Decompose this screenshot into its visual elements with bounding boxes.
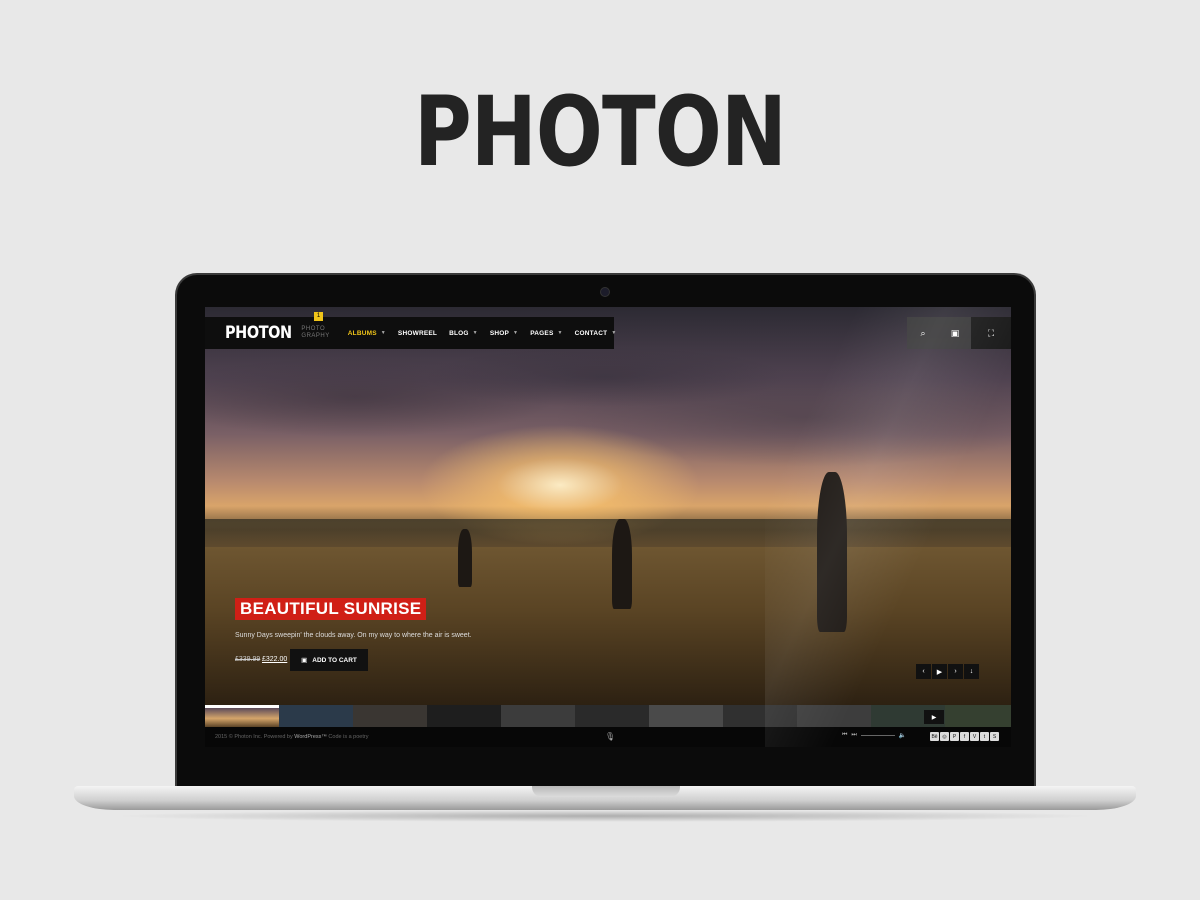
person-silhouette <box>458 529 472 587</box>
thumbnail[interactable] <box>279 705 353 727</box>
menu-item-albums[interactable]: ALBUMS ▼ <box>348 330 386 337</box>
menu-item-label: PAGES <box>530 329 554 337</box>
price-sale: £322.00 <box>262 656 288 663</box>
menu-item-label: BLOG <box>449 329 469 337</box>
main-navigation: PHOTON PHOTO GRAPHY 1 ALBUMS ▼ SHOWREEL … <box>205 312 616 349</box>
menu-item-shop[interactable]: SHOP ▼ <box>490 330 518 337</box>
thumbnail[interactable] <box>501 705 575 727</box>
site-logo-subtitle: PHOTO GRAPHY <box>301 326 330 339</box>
laptop-shadow <box>110 810 1100 822</box>
tagline: Code is a poetry <box>328 734 369 740</box>
menu-item-showreel[interactable]: SHOWREEL <box>398 330 437 337</box>
slide-description: Sunny Days sweepin' the clouds away. On … <box>235 632 472 639</box>
laptop-screen: PHOTON PHOTO GRAPHY 1 ALBUMS ▼ SHOWREEL … <box>205 307 1011 747</box>
menu-item-label: CONTACT <box>574 329 608 337</box>
thumbnail[interactable] <box>649 705 723 727</box>
price-original: £339.99 <box>235 656 261 663</box>
webcam <box>600 287 610 297</box>
bag-icon: ▣ <box>301 657 308 664</box>
slide-title: BEAUTIFUL SUNRISE <box>235 598 427 620</box>
chevron-down-icon: ▼ <box>611 330 617 336</box>
menu-item-label: SHOP <box>489 329 510 337</box>
copyright-text: 2015 © Photon Inc. Powered by WordPress™… <box>215 734 368 740</box>
menu: ALBUMS ▼ SHOWREEL BLOG ▼ SHOP ▼ PAGES ▼ … <box>348 330 629 337</box>
menu-item-label: SHOWREEL <box>397 329 438 337</box>
chevron-down-icon: ▼ <box>513 330 519 336</box>
wordpress-link[interactable]: WordPress™ <box>294 734 327 740</box>
menu-item-label: ALBUMS <box>347 329 377 337</box>
add-to-cart-label: ADD TO CART <box>312 656 357 664</box>
thumbnail[interactable] <box>575 705 649 727</box>
thumbnail[interactable] <box>353 705 427 727</box>
menu-item-pages[interactable]: PAGES ▼ <box>530 330 562 337</box>
menu-item-contact[interactable]: CONTACT ▼ <box>575 330 617 337</box>
chevron-down-icon: ▼ <box>557 330 563 336</box>
chevron-down-icon: ▼ <box>472 330 478 336</box>
showcase-title: PHOTON <box>413 76 787 188</box>
menu-item-blog[interactable]: BLOG ▼ <box>449 330 478 337</box>
person-silhouette <box>612 519 632 609</box>
screen-glare <box>765 307 1011 747</box>
notification-badge: 1 <box>314 312 323 321</box>
microphone-icon[interactable]: 🎙 <box>605 732 615 741</box>
chevron-down-icon: ▼ <box>380 330 386 336</box>
site-logo[interactable]: PHOTON <box>225 323 292 343</box>
add-to-cart-button[interactable]: ▣ ADD TO CART <box>290 649 368 671</box>
thumbnail[interactable] <box>427 705 501 727</box>
laptop-notch <box>532 786 680 797</box>
copyright-label: 2015 © Photon Inc. Powered by <box>215 734 293 740</box>
thumbnail[interactable] <box>205 705 279 727</box>
